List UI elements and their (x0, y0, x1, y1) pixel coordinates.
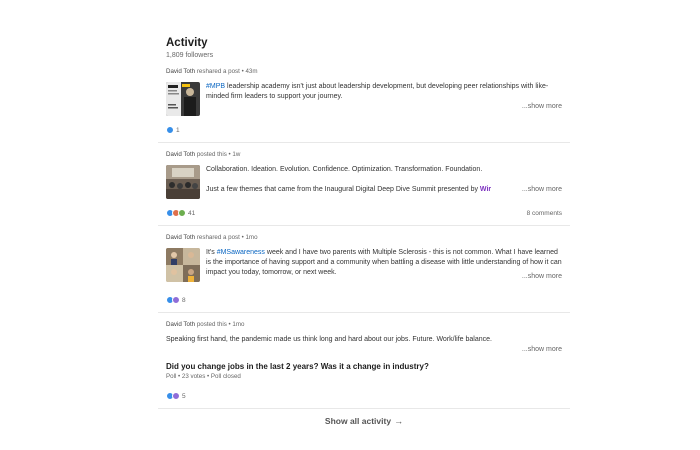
poll-question[interactable]: Did you change jobs in the last 2 years?… (166, 362, 562, 372)
post-action: posted this (196, 151, 227, 158)
show-all-label: Show all activity (324, 416, 392, 426)
post-text-line: Collaboration. Ideation. Evolution. Conf… (206, 166, 483, 173)
post-time: 1mo (245, 234, 258, 241)
post-action: reshared a post (196, 234, 240, 241)
post-meta: David Toth posted this • 1mo (166, 321, 245, 328)
post-hashtag[interactable]: #MPB (206, 83, 225, 90)
post-mention[interactable]: Wir (480, 186, 491, 193)
reactions-bar[interactable]: 5 (166, 390, 562, 402)
post-hashtag[interactable]: #MSawareness (217, 249, 265, 256)
like-reaction-icon (166, 126, 174, 134)
post-text: leadership academy isn't just about lead… (206, 83, 549, 100)
post-meta: David Toth reshared a post • 43m (166, 68, 258, 75)
post-thumbnail[interactable] (166, 248, 200, 282)
support-reaction-icon (172, 392, 180, 400)
comments-count[interactable]: 8 comments (527, 210, 562, 217)
post-time: 1w (232, 151, 241, 158)
activity-post[interactable]: David Toth reshared a post • 43m #MPB le… (158, 60, 570, 143)
activity-title: Activity (166, 37, 208, 49)
activity-post[interactable]: David Toth posted this • 1mo Speaking fi… (158, 313, 570, 409)
post-text-line: Just a few themes that came from the Ina… (206, 186, 478, 193)
reaction-count[interactable]: 41 (188, 210, 195, 217)
celebrate-reaction-icon (178, 209, 186, 217)
post-meta: David Toth reshared a post • 1mo (166, 234, 258, 241)
post-text: Speaking first hand, the pandemic made u… (166, 336, 492, 343)
reactions-bar[interactable]: 8 (166, 294, 562, 306)
activity-post[interactable]: David Toth reshared a post • 1mo It's #M… (158, 226, 570, 313)
reactions-bar[interactable]: 41 8 comments (166, 207, 562, 219)
poll-meta: Poll • 23 votes • Poll closed (166, 373, 241, 380)
post-time: 1mo (232, 321, 245, 328)
activity-post[interactable]: David Toth posted this • 1w Collaboratio… (158, 143, 570, 226)
post-text-prefix: It's (206, 249, 215, 256)
show-more-link[interactable]: ...show more (166, 345, 562, 355)
post-author[interactable]: David Toth (166, 68, 195, 75)
post-action: reshared a post (196, 68, 240, 75)
activity-card: Activity 1,809 followers David Toth resh… (158, 36, 570, 433)
arrow-right-icon: → (394, 416, 404, 426)
followers-count[interactable]: 1,809 followers (166, 51, 562, 60)
post-meta: David Toth posted this • 1w (166, 151, 241, 158)
reaction-count[interactable]: 8 (182, 297, 186, 304)
post-author[interactable]: David Toth (166, 234, 195, 241)
post-action: posted this (196, 321, 227, 328)
show-all-activity-button[interactable]: Show all activity → (158, 409, 570, 433)
support-reaction-icon (172, 296, 180, 304)
reaction-count[interactable]: 1 (176, 127, 180, 134)
reaction-count[interactable]: 5 (182, 393, 186, 400)
post-author[interactable]: David Toth (166, 321, 195, 328)
activity-header: Activity 1,809 followers (158, 36, 570, 60)
post-thumbnail[interactable] (166, 82, 200, 116)
show-more-link[interactable]: ...show more (206, 102, 562, 112)
post-thumbnail[interactable] (166, 165, 200, 199)
reactions-bar[interactable]: 1 (166, 124, 562, 136)
post-author[interactable]: David Toth (166, 151, 195, 158)
show-more-link[interactable]: ...show more (522, 185, 562, 195)
post-time: 43m (245, 68, 258, 75)
